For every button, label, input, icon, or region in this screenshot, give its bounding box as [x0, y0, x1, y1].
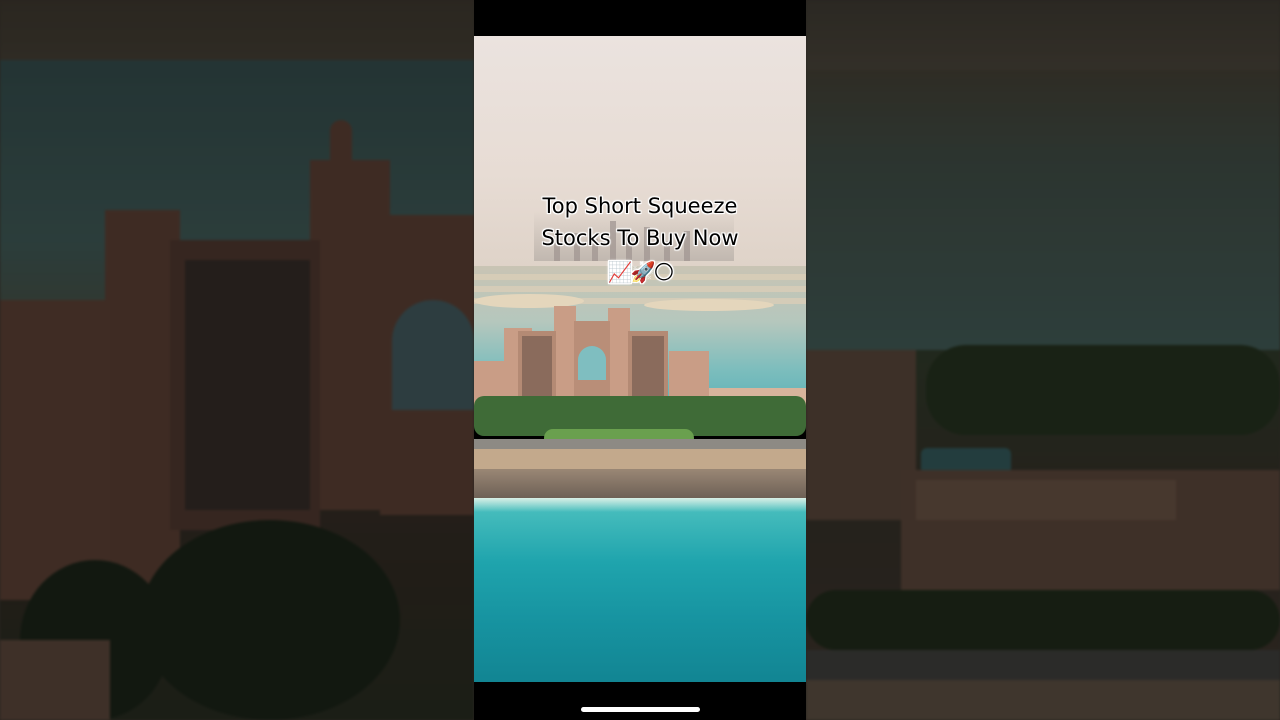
caption-line-1: Top Short Squeeze: [542, 194, 738, 218]
caption-line-2: Stocks To Buy Now: [541, 226, 739, 250]
left-blurred-background: [0, 0, 474, 720]
right-blurred-background: [806, 0, 1280, 720]
video-content[interactable]: Top Short Squeeze Stocks To Buy Now 📈🚀🌕: [474, 36, 806, 682]
video-frame[interactable]: Top Short Squeeze Stocks To Buy Now 📈🚀🌕: [474, 0, 806, 720]
home-indicator[interactable]: [581, 707, 700, 712]
caption-emojis: 📈🚀🌕: [607, 260, 675, 284]
